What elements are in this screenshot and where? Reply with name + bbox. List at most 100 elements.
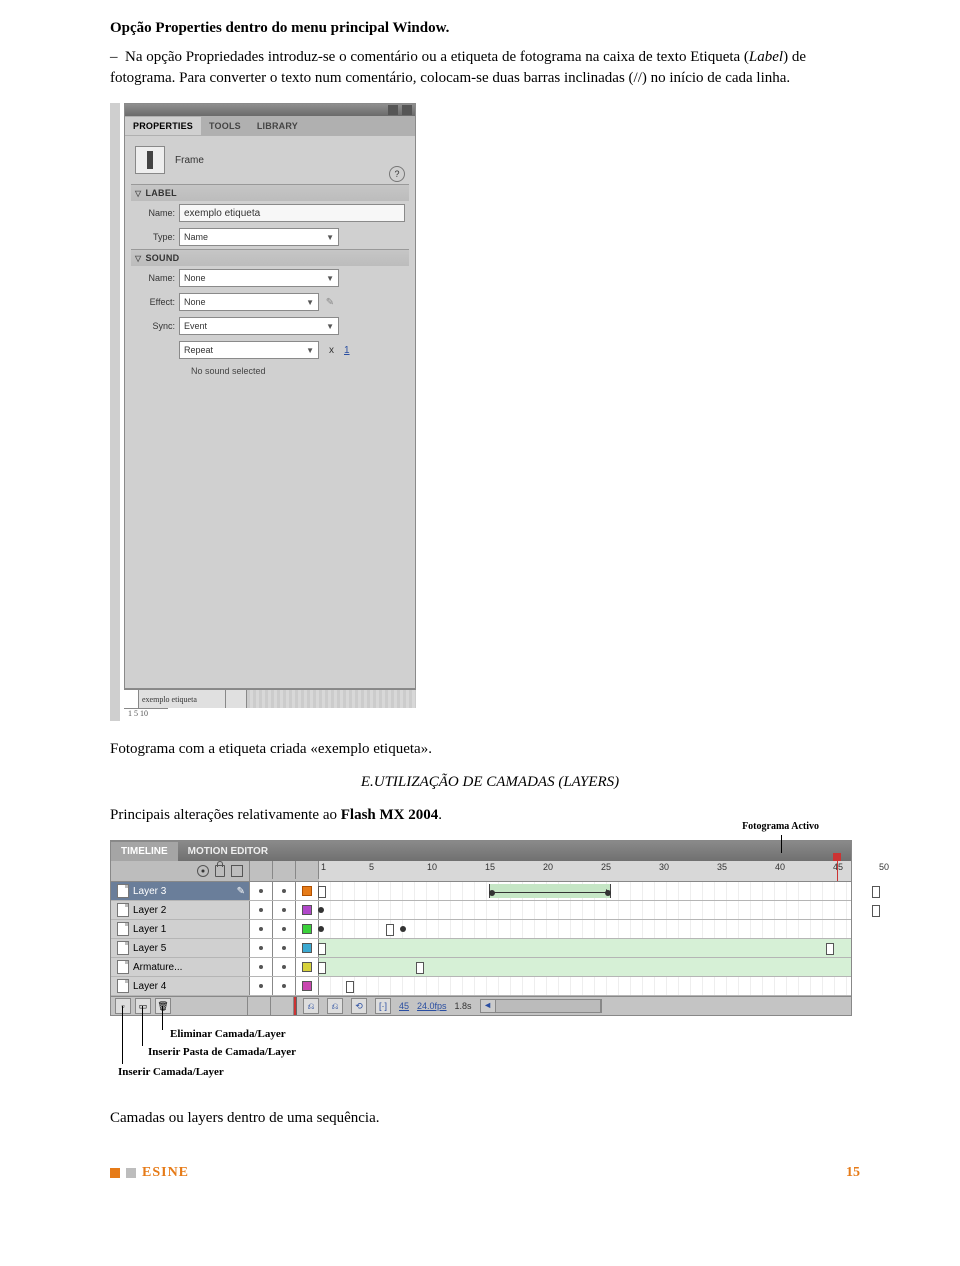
layer-header [111,861,250,881]
brand-name: ESINE [142,1165,189,1181]
layer-row[interactable]: Layer 2 [111,901,851,920]
caption-2: Camadas ou layers dentro de uma sequênci… [110,1108,870,1129]
layer-name: Layer 4 [133,981,166,992]
sync-label: Sync: [135,321,175,331]
time-display: 1.8s [455,1001,472,1011]
onion-icon[interactable]: ⟲ [351,998,367,1014]
outline-icon[interactable] [231,865,243,877]
ruler-50: 50 [879,862,889,872]
current-frame[interactable]: 45 [399,1001,409,1011]
chevron-down-icon: ▼ [306,346,314,355]
tab-motion-editor[interactable]: MOTION EDITOR [178,842,278,861]
layer-row[interactable]: Layer 1 [111,920,851,939]
ruler-20: 20 [543,862,553,872]
tab-properties[interactable]: PROPERTIES [125,117,201,135]
new-layer-button[interactable]: ▫ [115,998,131,1014]
layer-row[interactable]: Layer 5 [111,939,851,958]
p1a: Na opção Propriedades introduz-se o come… [125,49,749,65]
ruler-35: 35 [717,862,727,872]
x-label: x [329,345,334,356]
chevron-down-icon: ▼ [326,322,334,331]
title: Opção Properties dentro do menu principa… [110,20,870,37]
section-sound[interactable]: ▽ SOUND [131,249,409,266]
name-input[interactable]: exemplo etiqueta [179,204,405,222]
timeline-ruler[interactable]: 1 5 10 15 20 25 30 35 40 45 50 [319,861,851,881]
help-icon[interactable]: ? [389,166,405,182]
sound-name-label: Name: [135,273,175,283]
chevron-down-icon: ▼ [326,233,334,242]
panel-tabs: PROPERTIES TOOLS LIBRARY [125,116,415,136]
sync-select[interactable]: Event▼ [179,317,339,335]
scrollbar[interactable]: ◄ [480,999,602,1013]
section-label-text: LABEL [145,188,177,198]
layer-icon [117,941,129,955]
ruler-5: 5 [369,862,374,872]
lock-icon[interactable] [215,865,225,877]
pencil-icon: ✎ [237,886,245,897]
layer-row[interactable]: Armature... [111,958,851,977]
layer-row[interactable]: Layer 4 [111,977,851,996]
fps-display[interactable]: 24.0fps [417,1001,447,1011]
menu-icon[interactable] [402,105,412,115]
p2a: Principais alterações relativamente ao [110,807,341,823]
delete-layer-button[interactable]: 🗑 [155,998,171,1014]
chevron-down-icon: ▽ [135,254,141,263]
layer-icon [117,903,129,917]
ruler-30: 30 [659,862,669,872]
timeline-screenshot: Fotograma Activo TIMELINE MOTION EDITOR … [110,840,852,1016]
type-label: Type: [135,232,175,242]
ruler-1: 1 [321,862,326,872]
brand-square-icon [126,1168,136,1178]
pencil-icon[interactable]: ✎ [323,295,337,309]
playhead[interactable] [837,861,838,881]
layer-name: Armature... [133,962,182,973]
layer-icon [117,884,129,898]
label-new-layer: Inserir Camada/Layer [118,1066,224,1078]
effect-label: Effect: [135,297,175,307]
layer-name: Layer 2 [133,905,166,916]
new-folder-button[interactable]: ▭ [135,998,151,1014]
eye-icon[interactable] [197,865,209,877]
ruler-15: 15 [485,862,495,872]
tab-library[interactable]: LIBRARY [249,117,306,135]
no-sound-text: No sound selected [131,362,409,380]
effect-select[interactable]: None▼ [179,293,319,311]
fotograma-activo-label: Fotograma Activo [742,821,819,832]
layer-icon [117,922,129,936]
onion-icon[interactable]: [·] [375,998,391,1014]
p1-label: Label [749,49,783,65]
ruler-45: 45 [833,862,843,872]
panel-topbar [125,104,415,116]
p2c: . [438,807,442,823]
sound-name-select[interactable]: None▼ [179,269,339,287]
onion-icon[interactable]: ⎌ [303,998,319,1014]
properties-screenshot: PROPERTIES TOOLS LIBRARY ? Frame ▽ LABEL [110,103,870,721]
chevron-down-icon: ▼ [306,298,314,307]
p2b: Flash MX 2004 [341,807,439,823]
paragraph-1: – Na opção Propriedades introduz-se o co… [110,47,870,89]
mini-timeline-label: exemplo etiqueta [139,690,226,708]
layer-name: Layer 3 [133,886,166,897]
section-label[interactable]: ▽ LABEL [131,184,409,201]
repeat-value: Repeat [184,345,213,355]
section-e-title: E.UTILIZAÇÃO DE CAMADAS (LAYERS) [110,774,870,791]
layer-buttons: ▫ ▭ 🗑 [111,997,248,1015]
type-select[interactable]: Name▼ [179,228,339,246]
tab-tools[interactable]: TOOLS [201,117,249,135]
repeat-count[interactable]: 1 [344,345,350,356]
page-number: 15 [846,1165,870,1181]
layer-icon [117,960,129,974]
chevron-down-icon: ▽ [135,189,141,198]
repeat-select[interactable]: Repeat ▼ [179,341,319,359]
tab-timeline[interactable]: TIMELINE [111,842,178,861]
caption-1: Fotograma com a etiqueta criada «exemplo… [110,739,870,760]
onion-icon[interactable]: ⎌ [327,998,343,1014]
layer-name: Layer 5 [133,943,166,954]
name-label: Name: [135,208,175,218]
page-footer: ESINE 15 [110,1147,870,1181]
mini-timeline-nums: 1 5 10 [124,708,168,721]
timeline-annotations: Eliminar Camada/Layer Inserir Pasta de C… [112,1024,870,1084]
ruler-40: 40 [775,862,785,872]
layer-row[interactable]: Layer 3 ✎ [111,882,851,901]
collapse-icon[interactable] [388,105,398,115]
